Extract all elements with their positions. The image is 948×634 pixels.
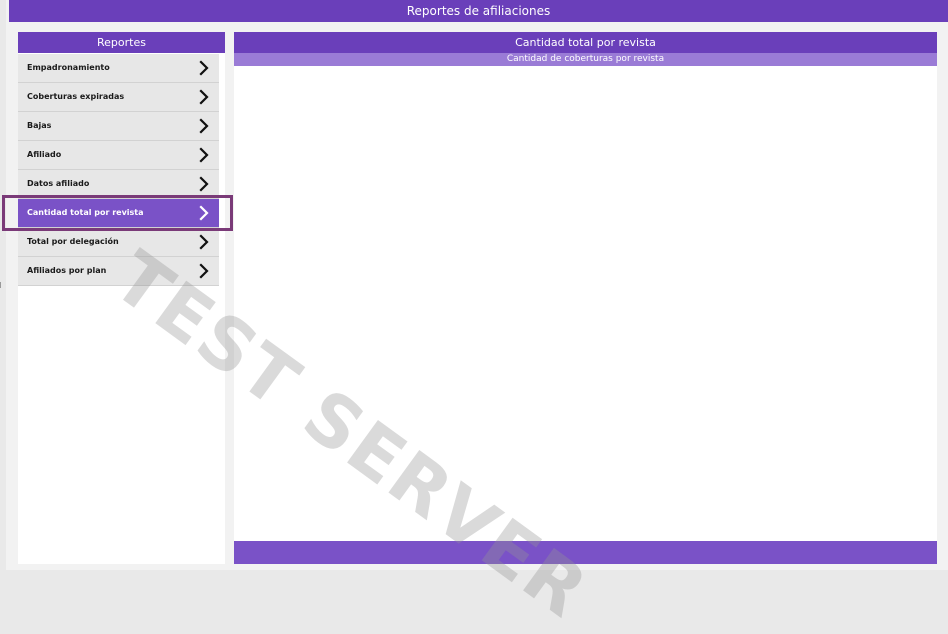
chevron-right-icon — [199, 89, 209, 105]
menu-item-bajas[interactable]: Bajas — [18, 112, 219, 141]
sidebar-title: Reportes — [18, 32, 225, 53]
report-panel: Cantidad total por revista Cantidad de c… — [234, 32, 937, 564]
menu-item-label: Total por delegación — [27, 237, 119, 246]
menu-item-empadronamiento[interactable]: Empadronamiento — [18, 54, 219, 83]
report-title: Cantidad total por revista — [234, 32, 937, 53]
left-edge-mark — [0, 282, 1, 288]
menu-item-total-por-delegacion[interactable]: Total por delegación — [18, 228, 219, 257]
menu-item-label: Empadronamiento — [27, 63, 110, 72]
menu-item-datos-afiliado[interactable]: Datos afiliado — [18, 170, 219, 199]
chevron-right-icon — [199, 147, 209, 163]
chevron-right-icon — [199, 118, 209, 134]
sidebar: Reportes Empadronamiento Coberturas expi… — [18, 32, 225, 564]
reports-menu: Empadronamiento Coberturas expiradas Baj… — [18, 54, 219, 286]
menu-item-label: Afiliados por plan — [27, 266, 107, 275]
chevron-right-icon — [199, 176, 209, 192]
menu-item-afiliados-por-plan[interactable]: Afiliados por plan — [18, 257, 219, 286]
menu-item-label: Afiliado — [27, 150, 62, 159]
menu-item-label: Bajas — [27, 121, 52, 130]
menu-item-cantidad-total-por-revista[interactable]: Cantidad total por revista — [18, 199, 219, 228]
report-subtitle: Cantidad de coberturas por revista — [234, 53, 937, 66]
menu-item-label: Cantidad total por revista — [27, 208, 144, 217]
report-footer-bar — [234, 541, 937, 564]
chevron-right-icon — [199, 234, 209, 250]
menu-item-label: Datos afiliado — [27, 179, 90, 188]
page-title: Reportes de afiliaciones — [9, 0, 948, 22]
app-window: Reportes de afiliaciones Reportes Empadr… — [2, 0, 948, 634]
chevron-right-icon — [199, 263, 209, 279]
chevron-right-icon — [199, 205, 209, 221]
menu-item-afiliado[interactable]: Afiliado — [18, 141, 219, 170]
menu-item-coberturas-expiradas[interactable]: Coberturas expiradas — [18, 83, 219, 112]
chevron-right-icon — [199, 60, 209, 76]
menu-item-label: Coberturas expiradas — [27, 92, 125, 101]
